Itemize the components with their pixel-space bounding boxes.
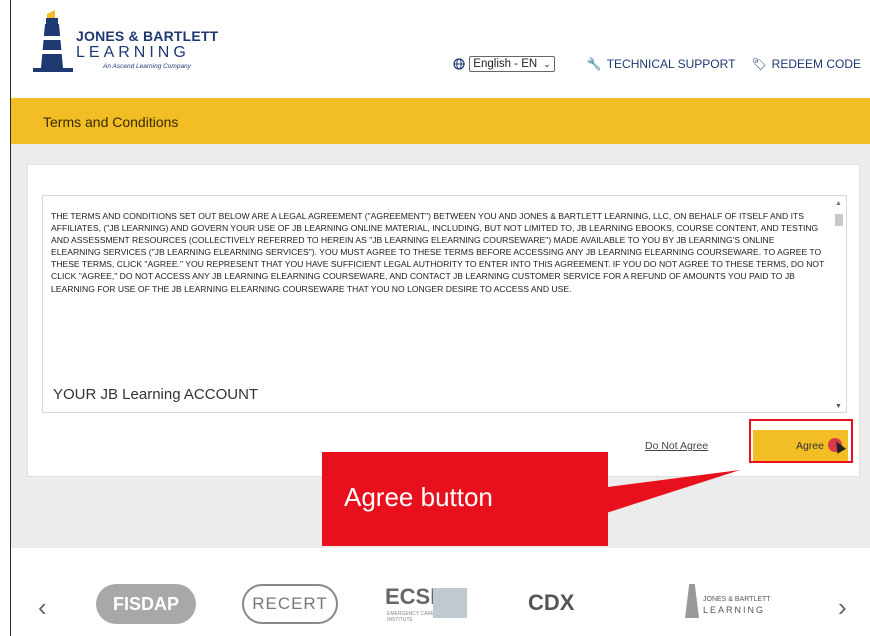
tag-icon: 🏷 (751, 57, 767, 71)
ecsi-wordmark: ECSI (385, 584, 437, 609)
language-selector[interactable]: English - EN ⌄ (453, 56, 555, 72)
redeem-code-link[interactable]: 🏷 REDEEM CODE (751, 57, 861, 71)
language-dropdown[interactable]: English - EN ⌄ (469, 56, 555, 72)
globe-icon (453, 58, 465, 70)
logo-tagline: An Ascend Learning Company (103, 63, 191, 70)
scroll-down-icon[interactable]: ▼ (835, 403, 842, 410)
terms-banner: Terms and Conditions (11, 98, 870, 144)
terms-card: THE TERMS AND CONDITIONS SET OUT BELOW A… (27, 164, 860, 477)
fisdap-logo[interactable]: FISDAP (96, 584, 196, 624)
redeem-code-label: REDEEM CODE (771, 57, 861, 71)
technical-support-label: TECHNICAL SUPPORT (606, 57, 736, 71)
jones-bartlett-small-logo[interactable]: JONES & BARTLETT LEARNING (677, 584, 777, 624)
shield-icon (433, 588, 467, 618)
recert-logo[interactable]: RECERT (242, 584, 338, 624)
lighthouse-icon (33, 10, 73, 72)
do-not-agree-link[interactable]: Do Not Agree (645, 440, 708, 452)
header-nav: English - EN ⌄ 🔧 TECHNICAL SUPPORT 🏷 RED… (453, 56, 861, 72)
logo-line-2: LEARNING (76, 44, 190, 61)
callout-label: Agree button (344, 482, 493, 512)
terms-scroll-box[interactable]: THE TERMS AND CONDITIONS SET OUT BELOW A… (42, 195, 847, 413)
carousel-next-icon[interactable]: › (838, 592, 847, 623)
site-header: JONES & BARTLETT LEARNING An Ascend Lear… (11, 0, 870, 98)
jones-bartlett-logo[interactable]: JONES & BARTLETT LEARNING An Ascend Lear… (33, 6, 223, 86)
terms-section-heading: YOUR JB Learning ACCOUNT (53, 386, 259, 403)
scrollbar-thumb[interactable] (835, 214, 843, 226)
chevron-down-icon: ⌄ (543, 58, 551, 69)
terms-body: THE TERMS AND CONDITIONS SET OUT BELOW A… (51, 211, 825, 294)
language-value: English - EN (473, 58, 538, 70)
lighthouse-icon (685, 584, 699, 618)
wrench-icon: 🔧 (586, 57, 602, 71)
jbl-small-line-2: LEARNING (703, 605, 766, 615)
jbl-small-line-1: JONES & BARTLETT (703, 596, 771, 603)
carousel-prev-icon[interactable]: ‹ (38, 592, 47, 623)
cdx-logo[interactable]: CDX (528, 590, 574, 616)
ecsi-logo[interactable]: ECSI EMERGENCY CARE & SAFETY INSTITUTE (385, 584, 480, 630)
scroll-up-icon[interactable]: ▲ (835, 200, 842, 207)
logo-line-1: JONES & BARTLETT (76, 28, 219, 44)
technical-support-link[interactable]: 🔧 TECHNICAL SUPPORT (587, 57, 736, 71)
page-title: Terms and Conditions (43, 114, 179, 130)
annotation-callout: Agree button (322, 452, 608, 546)
terms-scrollbar[interactable]: ▲ ▼ (834, 200, 844, 410)
